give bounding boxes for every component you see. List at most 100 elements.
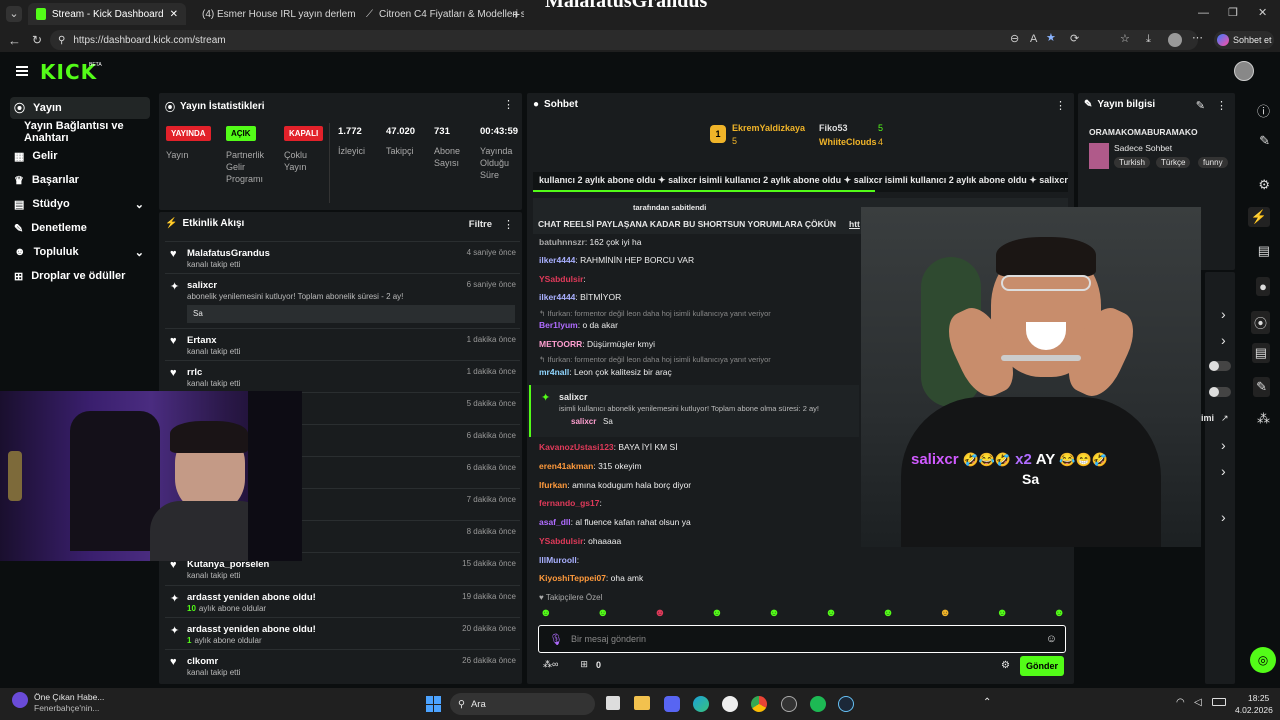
file-explorer-icon[interactable] [634, 696, 650, 710]
zoom-icon[interactable]: ⊖ [1010, 34, 1019, 45]
chat-username[interactable]: ilker4444 [539, 292, 575, 302]
clipboard-icon[interactable]: ▤ [1258, 243, 1270, 259]
settings-icon[interactable]: ⚙ [1258, 177, 1270, 193]
send-button[interactable]: Gönder [1020, 656, 1064, 676]
edit-icon[interactable]: ✎ [1196, 99, 1205, 112]
task-view-icon[interactable] [606, 696, 620, 710]
tab-kick-dashboard[interactable]: Stream - Kick Dashboard ✕ [28, 3, 186, 25]
chat-message[interactable]: Ifurkan: amına kodugum hala borç diyor [539, 480, 691, 490]
chat-message[interactable]: mr4nall: Leon çok kalitesiz bir araç [539, 367, 672, 377]
emote-icon[interactable]: ☻ [768, 607, 780, 621]
reload-icon[interactable]: ↻ [32, 34, 42, 46]
clock-date[interactable]: 4.02.2026 [1235, 705, 1273, 715]
chat-username[interactable]: eren41akman [539, 461, 593, 471]
wifi-icon[interactable]: ◠ [1176, 697, 1185, 708]
activity-row[interactable]: ✦ ardasst yeniden abone oldu! 1 aylık abone… [165, 617, 520, 649]
tag-chip[interactable]: funny [1198, 157, 1228, 168]
wrench-icon[interactable]: ✎ [1253, 377, 1270, 397]
emote-icon[interactable]: ☻ [939, 607, 951, 621]
tray-chevron-icon[interactable]: ⌃ [983, 697, 991, 708]
emote-icon[interactable]: ☻ [597, 607, 609, 621]
sidebar-item-topluluk[interactable]: ☻ Topluluk ⌄ [10, 241, 150, 263]
broadcast-icon[interactable]: ⦿ [1250, 311, 1270, 334]
more-vertical-icon[interactable]: ⋮ [503, 218, 514, 231]
arrow-app-icon[interactable] [781, 696, 797, 712]
chat-username[interactable]: METOORR [539, 339, 582, 349]
info-card-icon[interactable]: ▤ [1251, 343, 1270, 363]
activity-row[interactable]: ♥ rrlc kanalı takip etti 1 dakika önce [165, 360, 520, 392]
sidebar-item-stream-key[interactable]: Yayın Bağlantısı ve Anahtarı [10, 120, 150, 144]
activity-row[interactable]: ♥ MalafatusGrandus kanalı takip etti 4 sani… [165, 241, 520, 273]
pinned-link[interactable]: htt [849, 219, 860, 229]
emote-icon[interactable]: ☻ [996, 607, 1008, 621]
tag-chip[interactable]: Turkish [1114, 157, 1150, 168]
tab-youtube[interactable]: (4) Esmer House IRL yayın derleme ✕ [188, 3, 356, 25]
sidebar-item-yayin[interactable]: ⦿ Yayın [10, 97, 150, 119]
copilot-chat-button[interactable]: Sohbet et [1214, 31, 1274, 49]
chat-message[interactable]: ilker4444: BİTMİYOR [539, 292, 621, 302]
steam-icon[interactable] [838, 696, 854, 712]
window-close-icon[interactable]: ✕ [1258, 8, 1267, 19]
chat-message[interactable]: KiyoshiTeppei07: oha amk [539, 573, 643, 583]
emote-icon[interactable]: ☻ [654, 607, 666, 621]
more-icon[interactable]: ⋯ [1192, 33, 1203, 44]
emote-icon[interactable]: ☻ [540, 607, 552, 621]
chat-message[interactable]: eren41akman: 315 okeyim [539, 461, 642, 471]
new-tab-icon[interactable]: + [512, 7, 520, 21]
activity-row[interactable]: ♥ clkomr kanalı takip etti 26 dakika önce [165, 649, 520, 681]
chat-message[interactable]: batuhnnszr: 162 çok iyi ha [539, 237, 642, 247]
gift-icon[interactable]: ⊞ [580, 659, 588, 670]
maximize-icon[interactable]: ❐ [1228, 8, 1238, 19]
tag-chip[interactable]: Türkçe [1156, 157, 1191, 168]
activity-row[interactable]: ♥ Ertanx kanalı takip etti 1 dakika önce [165, 328, 520, 360]
activity-row[interactable]: ✦ ardasst yeniden abone oldu! 10 aylık abon… [165, 585, 520, 617]
people-icon[interactable]: ⁂ [1257, 411, 1270, 427]
volume-icon[interactable]: ◁ [1194, 697, 1202, 708]
chat-message[interactable]: ↰ Ifurkan: formentor değil leon daha hoj… [539, 309, 771, 318]
sidebar-item-denetleme[interactable]: ✎ Denetleme [10, 217, 150, 239]
read-aloud-icon[interactable]: A [1030, 34, 1037, 45]
chat-username[interactable]: asaf_dll [539, 517, 571, 527]
close-icon[interactable]: ✕ [170, 9, 178, 20]
chat-username[interactable]: KavanozUstasi123 [539, 442, 614, 452]
chat-message[interactable]: fernando_gs17: [539, 498, 602, 508]
chevron-right-icon[interactable]: › [1221, 509, 1226, 525]
more-vertical-icon[interactable]: ⋮ [1216, 99, 1227, 112]
minimize-icon[interactable]: — [1198, 8, 1209, 19]
extensions-icon[interactable]: ⟳ [1070, 34, 1079, 45]
more-vertical-icon[interactable]: ⋮ [503, 98, 514, 111]
discord-icon[interactable] [664, 696, 680, 712]
chart-icon[interactable]: ↗ [1221, 413, 1229, 424]
sidebar-item-gelir[interactable]: ▦ Gelir [10, 145, 150, 167]
chat-input[interactable]: 🎙 Bir mesaj gönderin ☺ [538, 625, 1066, 653]
sidebar-item-droplar[interactable]: ⊞ Droplar ve ödüller [10, 265, 150, 287]
toggle-switch[interactable] [1209, 361, 1231, 371]
taskbar-search[interactable]: ⚲ Ara [450, 693, 595, 715]
mic-icon[interactable]: 🎙 [549, 633, 563, 646]
user-avatar[interactable] [1234, 61, 1254, 81]
chevron-right-icon[interactable]: › [1221, 332, 1226, 348]
users-icon[interactable]: ⁂∞ [543, 659, 558, 670]
chat-username[interactable]: mr4nall [539, 367, 569, 377]
chat-message[interactable]: KavanozUstasi123: BAYA İYİ KM Sİ [539, 442, 678, 452]
spotify-icon[interactable] [810, 696, 826, 712]
activity-row[interactable]: ✦ salixcr abonelik yenilemesini kutluyor! … [165, 273, 520, 325]
tab-citroen[interactable]: ⟋ Citroen C4 Fiyatları & Modelleri sa ✕ [358, 3, 524, 25]
emoji-icon[interactable]: ☺ [1046, 633, 1057, 645]
chevron-right-icon[interactable]: › [1221, 306, 1226, 322]
chat-message[interactable]: Ber1lyum: o da akar [539, 320, 618, 330]
chat-username[interactable]: ilker4444 [539, 255, 575, 265]
chat-message[interactable]: ↰ Ifurkan: formentor değil leon daha hoj… [539, 355, 771, 364]
chat-username[interactable]: lllMurooll [539, 555, 577, 565]
chat-username[interactable]: fernando_gs17 [539, 498, 599, 508]
support-chat-button[interactable]: ◎ [1250, 647, 1276, 673]
battery-icon[interactable] [1212, 698, 1226, 706]
emote-icon[interactable]: ☻ [882, 607, 894, 621]
address-bar[interactable]: ⚲ https://dashboard.kick.com/stream [50, 30, 1198, 50]
chat-message[interactable]: asaf_dll: al fluence kafan rahat olsun y… [539, 517, 691, 527]
hamburger-icon[interactable] [16, 66, 28, 76]
chrome-icon[interactable] [751, 696, 767, 712]
github-icon[interactable] [722, 696, 738, 712]
chat-username[interactable]: Ifurkan [539, 480, 567, 490]
pencil-icon[interactable]: ✎ [1259, 133, 1270, 149]
